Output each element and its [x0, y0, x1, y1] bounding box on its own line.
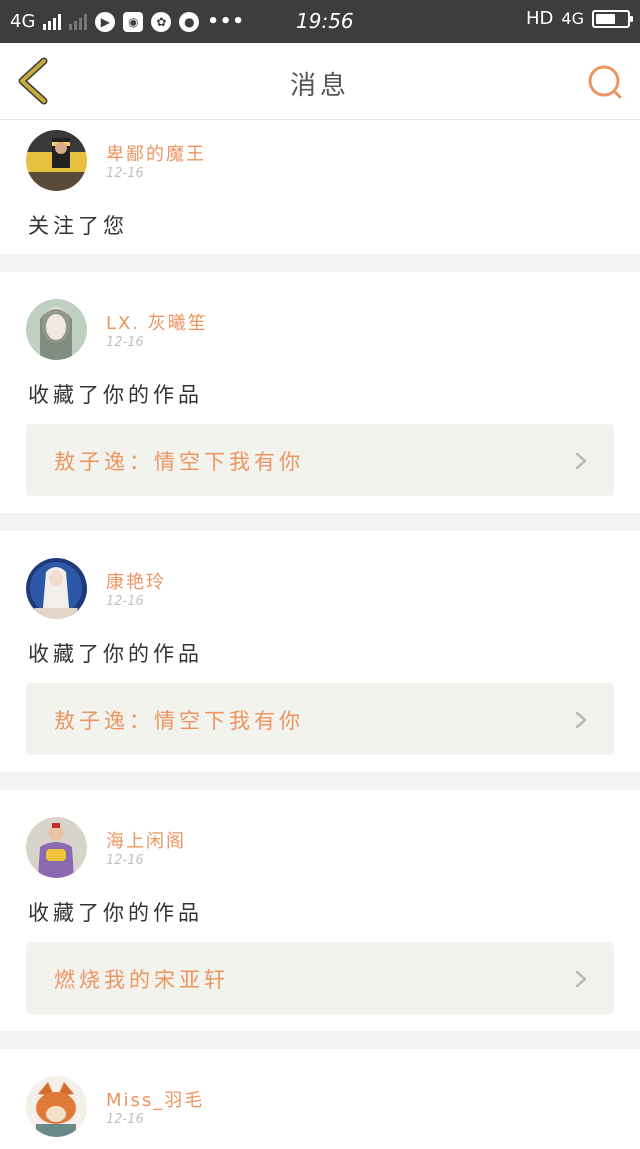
avatar[interactable]: [26, 130, 87, 191]
username[interactable]: 卑鄙的魔王: [106, 140, 206, 166]
timestamp: 12-16: [106, 335, 144, 350]
notification-list: 卑鄙的魔王 12-16 关注了您 LX. 灰曦笙 12-16 收藏了你的作品 敖…: [0, 120, 640, 1149]
avatar[interactable]: [26, 558, 87, 619]
signal-icon: [43, 13, 62, 30]
search-button[interactable]: [586, 63, 624, 101]
timestamp: 12-16: [106, 166, 144, 181]
search-icon: [588, 65, 622, 99]
notification-action-text: 收藏了你的作品: [28, 642, 203, 666]
message-icon: ●: [179, 11, 200, 32]
timestamp: 12-16: [106, 1112, 144, 1127]
work-title: 燃烧我的宋亚轩: [54, 968, 229, 992]
notification-item[interactable]: 海上闲阁 12-16 收藏了你的作品 燃烧我的宋亚轩: [0, 790, 640, 1031]
page-title: 消息: [289, 71, 350, 101]
battery-icon: [592, 9, 633, 28]
username[interactable]: 海上闲阁: [106, 827, 186, 853]
signal-icon-secondary: [69, 13, 88, 30]
notification-action-text: 关注了您: [28, 214, 128, 238]
status-bar: 4G ▶ ◉ ✿ ● ••• 19:56 HD 4G: [0, 0, 640, 43]
notification-action-text: 收藏了你的作品: [28, 901, 203, 925]
username[interactable]: LX. 灰曦笙: [106, 309, 208, 335]
notification-item[interactable]: 卑鄙的魔王 12-16 关注了您: [0, 120, 640, 254]
clock: 19:56: [296, 9, 354, 33]
username[interactable]: 康艳玲: [106, 568, 166, 594]
browser-icon: ◉: [123, 11, 144, 32]
hd-label: HD: [526, 8, 554, 29]
network-type-2: 4G: [561, 9, 584, 28]
work-title: 敖子逸：情空下我有你: [54, 450, 304, 474]
work-link[interactable]: 敖子逸：情空下我有你: [26, 683, 614, 755]
work-title: 敖子逸：情空下我有你: [54, 709, 304, 733]
work-link[interactable]: 燃烧我的宋亚轩: [26, 942, 614, 1014]
chevron-right-icon: [575, 970, 587, 988]
notification-item[interactable]: Miss_羽毛 12-16: [0, 1049, 640, 1149]
wechat-icon: ✿: [151, 11, 172, 32]
timestamp: 12-16: [106, 594, 144, 609]
username[interactable]: Miss_羽毛: [106, 1086, 204, 1112]
chevron-right-icon: [575, 452, 587, 470]
notification-item[interactable]: 康艳玲 12-16 收藏了你的作品 敖子逸：情空下我有你: [0, 531, 640, 772]
avatar[interactable]: [26, 817, 87, 878]
timestamp: 12-16: [106, 853, 144, 868]
more-notifications-icon: •••: [207, 11, 245, 32]
notification-action-text: 收藏了你的作品: [28, 383, 203, 407]
navigation-bar: 消息: [0, 43, 640, 120]
play-icon: ▶: [95, 11, 116, 32]
work-link[interactable]: 敖子逸：情空下我有你: [26, 424, 614, 496]
notification-item[interactable]: LX. 灰曦笙 12-16 收藏了你的作品 敖子逸：情空下我有你: [0, 272, 640, 513]
avatar[interactable]: [26, 299, 87, 360]
avatar[interactable]: [26, 1076, 87, 1137]
chevron-right-icon: [575, 711, 587, 729]
network-type: 4G: [10, 11, 36, 32]
